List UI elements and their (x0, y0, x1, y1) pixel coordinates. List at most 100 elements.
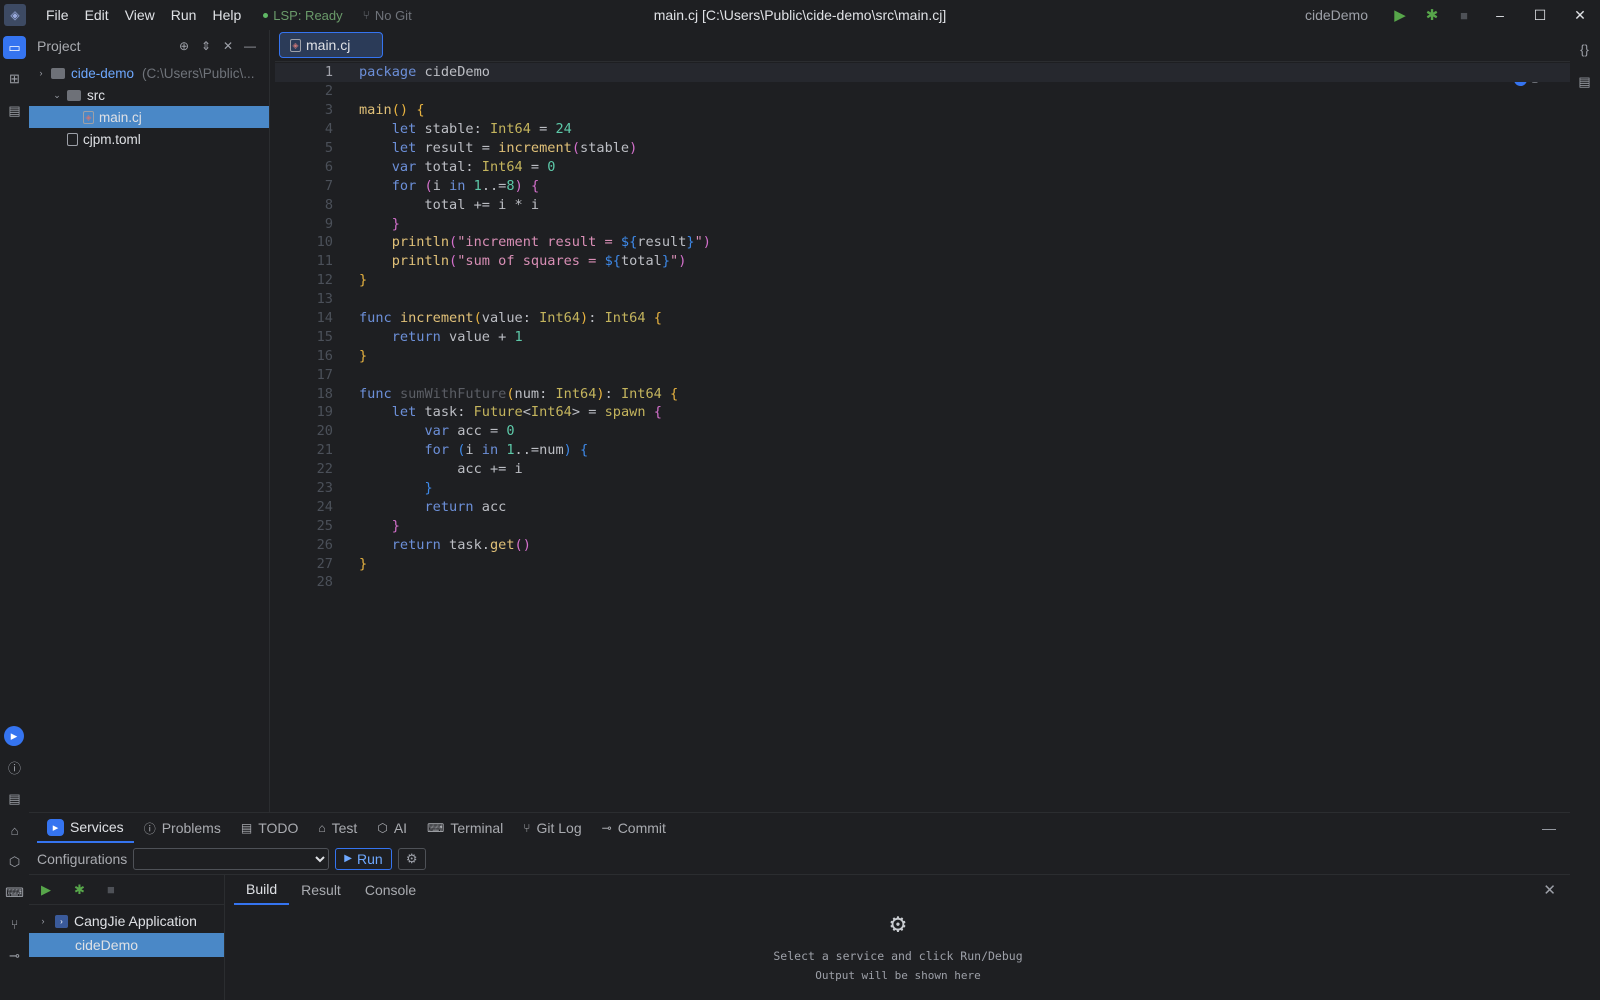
code-line[interactable]: 13 (275, 290, 1570, 309)
code-line[interactable]: 10 println("increment result = ${result}… (275, 233, 1570, 252)
project-name[interactable]: cideDemo (1305, 7, 1368, 23)
lsp-status[interactable]: LSP: Ready (263, 7, 343, 23)
output-tab-bar: Build Result Console (226, 875, 1570, 905)
code-line[interactable]: 14 func increment(value: Int64): Int64 { (275, 309, 1570, 328)
services-tree-item[interactable]: cideDemo (29, 933, 224, 957)
code-line[interactable]: 5 let result = increment(stable) (275, 139, 1570, 158)
code-line[interactable]: 22 acc += i (275, 460, 1570, 479)
hide-panel-icon[interactable]: — (239, 39, 261, 53)
tab-git-log[interactable]: ⑂ Git Log (513, 813, 591, 843)
tab-terminal[interactable]: ⌨ Terminal (417, 813, 513, 843)
todo-icon[interactable]: ▤ (3, 787, 26, 810)
git-log-icon[interactable]: ⑂ (3, 913, 26, 936)
tree-item-root[interactable]: › cide-demo (C:\Users\Public\... (29, 62, 269, 84)
code-line[interactable]: 9 } (275, 214, 1570, 233)
tree-item-main-cj[interactable]: ◈ main.cj (29, 106, 269, 128)
code-line[interactable]: 16} (275, 346, 1570, 365)
code-line[interactable]: 24 return acc (275, 497, 1570, 516)
tab-console[interactable]: Console (353, 875, 428, 905)
ai-icon[interactable]: ⬡ (3, 850, 26, 873)
tree-item-src[interactable]: ⌄ src (29, 84, 269, 106)
code-line[interactable]: 6 var total: Int64 = 0 (275, 157, 1570, 176)
tab-build[interactable]: Build (234, 875, 290, 905)
services-icon[interactable]: ▸ (4, 726, 24, 746)
code-line[interactable]: 27} (275, 554, 1570, 573)
code-line[interactable]: 17 (275, 365, 1570, 384)
tab-result[interactable]: Result (289, 875, 353, 905)
services-tree-app[interactable]: › › CangJie Application (29, 909, 224, 933)
expand-all-icon[interactable]: ⇕ (195, 39, 217, 53)
code-line[interactable]: 18 func sumWithFuture(num: Int64): Int64 … (275, 384, 1570, 403)
lsp-status-dot-icon (263, 12, 269, 18)
tab-label: main.cj (306, 37, 351, 53)
minimize-window-icon[interactable]: – (1480, 0, 1520, 30)
chevron-right-icon[interactable]: › (35, 68, 47, 78)
tab-todo[interactable]: ▤ TODO (231, 813, 309, 843)
code-line[interactable]: 1 package cideDemo (275, 63, 1570, 82)
chevron-down-icon[interactable]: ⌄ (51, 90, 63, 101)
debug-service-icon[interactable]: ✱ (74, 882, 107, 898)
run-button[interactable]: ▶ Run (335, 847, 392, 870)
minimize-panel-icon[interactable]: — (1542, 820, 1556, 836)
tab-git-log-label: Git Log (536, 820, 582, 836)
code-line[interactable]: 2 (275, 82, 1570, 101)
configuration-select[interactable] (133, 847, 330, 870)
menu-bar: File Edit View Run Help (38, 7, 249, 23)
cangjie-app-icon: › (55, 914, 68, 928)
folder-icon (51, 67, 65, 79)
problems-icon[interactable]: ⓘ (3, 756, 26, 779)
tab-main-cj[interactable]: ◈ main.cj (279, 32, 383, 58)
test-icon[interactable]: ⌂ (3, 819, 26, 842)
debug-icon[interactable]: ✱ (1416, 0, 1448, 30)
code-line[interactable]: 4 let stable: Int64 = 24 (275, 120, 1570, 139)
code-line[interactable]: 8 total += i * i (275, 195, 1570, 214)
tree-root-path: (C:\Users\Public\... (142, 65, 255, 81)
tab-test[interactable]: ⌂ Test (308, 813, 367, 843)
close-window-icon[interactable]: ✕ (1560, 0, 1600, 30)
menu-run[interactable]: Run (163, 7, 205, 23)
tree-src-label: src (87, 87, 105, 103)
menu-file[interactable]: File (38, 7, 77, 23)
tab-ai[interactable]: ⬡ AI (367, 813, 417, 843)
code-line[interactable]: 23 } (275, 479, 1570, 498)
run-icon[interactable]: ▶ (1384, 0, 1416, 30)
menu-edit[interactable]: Edit (77, 7, 117, 23)
run-service-icon[interactable]: ▶ (41, 882, 74, 898)
lsp-status-label: LSP: Ready (273, 7, 343, 23)
bookmarks-icon[interactable]: ▤ (3, 99, 26, 122)
tab-commit[interactable]: ⊸ Commit (592, 813, 676, 843)
menu-view[interactable]: View (117, 7, 163, 23)
maximize-window-icon[interactable]: ☐ (1520, 0, 1560, 30)
settings-gear-icon[interactable]: ⚙ (397, 847, 426, 870)
code-line[interactable]: 12} (275, 271, 1570, 290)
stop-icon[interactable]: ■ (1448, 0, 1480, 30)
code-line[interactable]: 7 for (i in 1..=8) { (275, 176, 1570, 195)
code-line[interactable]: 20 var acc = 0 (275, 422, 1570, 441)
collapse-all-icon[interactable]: ✕ (217, 39, 239, 53)
code-line[interactable]: 26 return task.get() (275, 535, 1570, 554)
chevron-right-icon[interactable]: › (37, 916, 49, 926)
code-line[interactable]: 25 } (275, 516, 1570, 535)
tab-services[interactable]: ▸ Services (37, 813, 134, 843)
code-line[interactable]: 3 main() { (275, 101, 1570, 120)
stop-service-icon[interactable]: ■ (107, 882, 140, 897)
code-line[interactable]: 11 println("sum of squares = ${total}") (275, 252, 1570, 271)
tree-item-cjpm-toml[interactable]: cjpm.toml (29, 128, 269, 150)
code-line[interactable]: 15 return value + 1 (275, 327, 1570, 346)
commit-icon[interactable]: ⊸ (3, 944, 26, 967)
code-area[interactable]: 1 package cideDemo 2 3 main() { 4 let stab… (275, 63, 1570, 812)
code-line[interactable]: 21 for (i in 1..=num) { (275, 441, 1570, 460)
menu-help[interactable]: Help (204, 7, 249, 23)
project-folder-icon[interactable]: ▭ (3, 36, 26, 59)
close-output-icon[interactable]: ✕ (1543, 881, 1556, 899)
git-status[interactable]: ⑂ No Git (363, 8, 412, 23)
code-line[interactable]: 28 (275, 573, 1570, 592)
locate-file-icon[interactable]: ⊕ (173, 39, 195, 53)
structure-icon[interactable]: ⊞ (3, 67, 26, 90)
editor-tab-strip: ◈ main.cj (275, 30, 1570, 62)
notes-icon[interactable]: ▤ (1573, 70, 1596, 93)
terminal-icon[interactable]: ⌨ (3, 881, 26, 904)
code-line[interactable]: 19 let task: Future<Int64> = spawn { (275, 403, 1570, 422)
tab-problems[interactable]: ⓘ Problems (134, 813, 231, 843)
code-braces-icon[interactable]: {} (1573, 38, 1596, 61)
